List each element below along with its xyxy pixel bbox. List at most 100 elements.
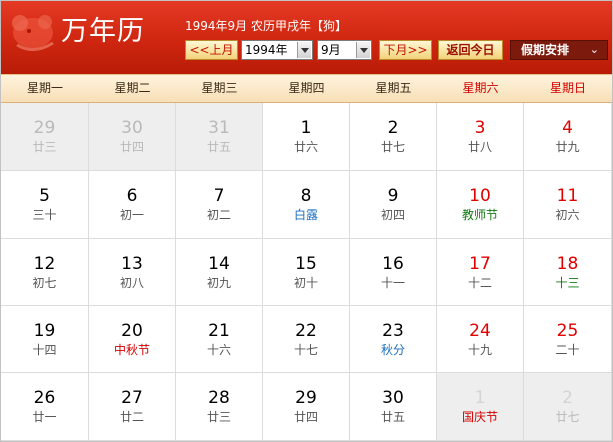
day-number: 19 [33, 321, 56, 341]
day-cell[interactable]: 19 十四 [1, 306, 89, 373]
chevron-down-icon [356, 42, 370, 58]
lunar-date: 廿五 [206, 140, 231, 154]
lunar-date: 廿三 [32, 140, 57, 154]
weekday-label: 星期五 [375, 81, 412, 95]
day-number: 4 [562, 118, 573, 138]
day-cell[interactable]: 6 初一 [89, 171, 176, 239]
day-cell[interactable]: 15 初十 [263, 239, 350, 306]
lunar-date: 十六 [206, 343, 231, 357]
day-cell[interactable]: 26 廿一 [1, 373, 89, 441]
month-select[interactable]: 9月 [317, 40, 372, 60]
lunar-date: 廿九 [555, 140, 580, 154]
lunar-date: 十四 [32, 343, 57, 357]
day-number: 25 [556, 321, 579, 341]
weekday-label: 星期一 [26, 81, 63, 95]
day-cell[interactable]: 30 廿五 [350, 373, 437, 441]
day-number: 24 [469, 321, 491, 341]
day-cell[interactable]: 27 廿二 [89, 373, 176, 441]
day-cell[interactable]: 29 廿四 [263, 373, 350, 441]
month-lunar-subtitle: 1994年9月 农历甲戌年【狗】 [185, 19, 347, 33]
lunar-date: 廿五 [380, 410, 405, 424]
day-cell[interactable]: 20 中秋节 [89, 306, 176, 373]
day-cell[interactable]: 28 廿三 [176, 373, 263, 441]
year-select-value: 1994年 [245, 43, 288, 57]
prev-month-button[interactable]: <<上月 [185, 40, 238, 60]
day-number: 3 [474, 118, 486, 138]
day-cell[interactable]: 2 廿七 [524, 373, 612, 441]
day-cell[interactable]: 18 十三 [524, 239, 612, 306]
day-cell[interactable]: 13 初八 [89, 239, 176, 306]
weekday-label: 星期三 [201, 81, 238, 95]
weekday-label: 星期二 [114, 81, 151, 95]
festival-label: 教师节 [461, 208, 498, 222]
back-to-today-button[interactable]: 返回今日 [438, 40, 503, 60]
lunar-date: 初六 [555, 208, 580, 222]
lunar-date: 初二 [206, 208, 231, 222]
next-month-button[interactable]: 下月>> [379, 40, 432, 60]
day-cell[interactable]: 9 初四 [350, 171, 437, 239]
calendar-header: 万年历 1994年9月 农历甲戌年【狗】 <<上月 1994年 9月 下月>> … [1, 1, 612, 74]
day-cell[interactable]: 30 廿四 [89, 103, 176, 171]
day-cell[interactable]: 21 十六 [176, 306, 263, 373]
day-number: 29 [295, 388, 317, 408]
day-cell[interactable]: 22 十七 [263, 306, 350, 373]
day-number: 18 [556, 254, 579, 274]
day-number: 26 [33, 388, 56, 408]
lunar-date: 廿四 [293, 410, 318, 424]
day-number: 28 [208, 388, 230, 408]
day-number: 17 [469, 254, 491, 274]
day-cell[interactable]: 12 初七 [1, 239, 89, 306]
day-cell[interactable]: 7 初二 [176, 171, 263, 239]
day-number: 31 [208, 118, 230, 138]
festival-label: 中秋节 [113, 343, 150, 357]
lunar-date: 廿八 [467, 140, 492, 154]
day-cell[interactable]: 25 二十 [524, 306, 612, 373]
day-number: 9 [387, 186, 399, 206]
day-number: 1 [474, 388, 486, 408]
day-number: 11 [556, 186, 579, 206]
lunar-date: 初九 [206, 276, 231, 290]
day-cell[interactable]: 11 初六 [524, 171, 612, 239]
day-cell[interactable]: 17 十二 [437, 239, 524, 306]
lunar-date: 初八 [119, 276, 144, 290]
lunar-date: 十七 [293, 343, 318, 357]
lunar-date: 初四 [380, 208, 405, 222]
day-number: 2 [387, 118, 399, 138]
day-cell[interactable]: 4 廿九 [524, 103, 612, 171]
day-cell[interactable]: 29 廿三 [1, 103, 89, 171]
day-number: 1 [300, 118, 312, 138]
weekday-label: 星期四 [288, 81, 325, 95]
day-cell[interactable]: 3 廿八 [437, 103, 524, 171]
day-cell[interactable]: 23 秋分 [350, 306, 437, 373]
day-cell[interactable]: 2 廿七 [350, 103, 437, 171]
lunar-date: 初七 [32, 276, 57, 290]
day-number: 5 [39, 186, 50, 206]
day-cell[interactable]: 1 廿六 [263, 103, 350, 171]
lunar-date: 十二 [467, 276, 492, 290]
day-cell[interactable]: 31 廿五 [176, 103, 263, 171]
calendar-day-grid: 29 廿三 30 廿四 31 廿五 1 廿六 2 廿七 3 廿八 4 廿九 5 三十 6 初一 7 初二 8 白露 9 初四 1… [1, 103, 612, 441]
festival-label: 十三 [555, 276, 580, 290]
holiday-schedule-dropdown[interactable]: 假期安排 ⌄ [510, 40, 608, 60]
day-cell[interactable]: 8 白露 [263, 171, 350, 239]
day-cell[interactable]: 1 国庆节 [437, 373, 524, 441]
solar-term-label: 白露 [293, 208, 318, 222]
day-cell[interactable]: 14 初九 [176, 239, 263, 306]
day-number: 7 [213, 186, 225, 206]
lunar-date: 初一 [119, 208, 144, 222]
lunar-date: 廿二 [119, 410, 144, 424]
day-cell[interactable]: 5 三十 [1, 171, 89, 239]
year-select[interactable]: 1994年 [241, 40, 313, 60]
lunar-date: 十一 [380, 276, 405, 290]
day-cell[interactable]: 16 十一 [350, 239, 437, 306]
weekday-label: 星期六 [462, 81, 499, 95]
chevron-down-icon: ⌄ [589, 43, 599, 56]
day-number: 13 [121, 254, 143, 274]
calendar-widget: 万年历 1994年9月 农历甲戌年【狗】 <<上月 1994年 9月 下月>> … [0, 0, 613, 442]
lunar-date: 初十 [293, 276, 318, 290]
holiday-schedule-label: 假期安排 [521, 43, 570, 57]
lunar-date: 廿一 [32, 410, 57, 424]
day-cell[interactable]: 10 教师节 [437, 171, 524, 239]
day-cell[interactable]: 24 十九 [437, 306, 524, 373]
lunar-date: 三十 [32, 208, 57, 222]
